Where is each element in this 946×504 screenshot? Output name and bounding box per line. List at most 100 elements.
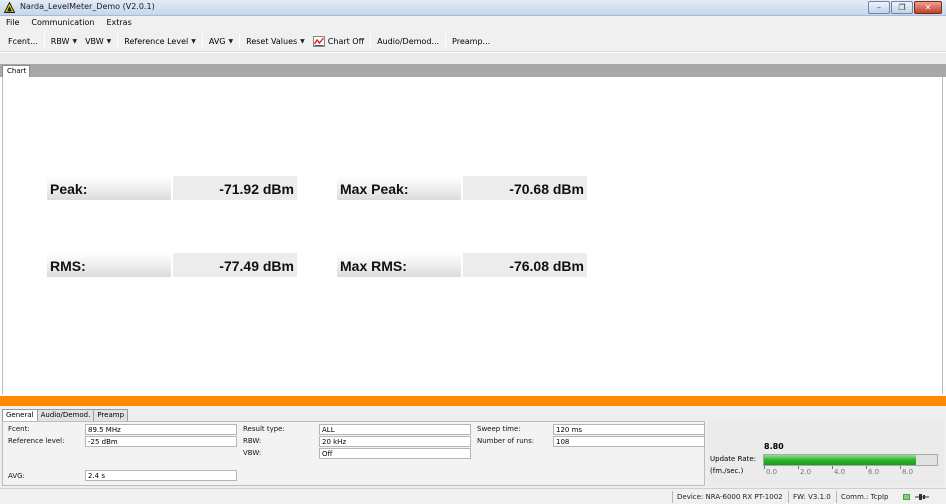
- update-rate-tick: [832, 466, 833, 469]
- avg-field-label: AVG:: [8, 472, 25, 480]
- menu-communication[interactable]: Communication: [25, 16, 100, 31]
- toolbar-separator: [201, 33, 203, 49]
- vbw-field-label: VBW:: [243, 449, 262, 457]
- chevron-down-icon: ▼: [191, 37, 196, 45]
- toolbar-separator: [239, 33, 241, 49]
- title-bar: Narda_LevelMeter_Demo (V2.0.1) – ❐ ✕: [0, 0, 946, 16]
- max-rms-label: Max RMS:: [337, 253, 461, 277]
- toolbar-separator: [43, 33, 45, 49]
- window-controls: – ❐ ✕: [868, 1, 942, 14]
- tab-chart[interactable]: Chart: [2, 65, 30, 77]
- rms-value: -77.49 dBm: [173, 253, 297, 277]
- status-bar: Device: NRA-6000 RX PT-1002 FW: V3.1.0 C…: [0, 488, 946, 504]
- restore-icon: ❐: [898, 2, 906, 12]
- update-rate-tick-label: 6.0: [868, 468, 880, 476]
- vbw-dropdown[interactable]: VBW ▼: [81, 33, 115, 50]
- rms-label: RMS:: [47, 253, 171, 277]
- vbw-field: Off: [319, 448, 471, 459]
- reset-values-dropdown[interactable]: Reset Values ▼: [242, 33, 309, 50]
- update-rate-tick: [764, 466, 765, 469]
- update-rate-unit: (fm./sec.): [710, 467, 744, 475]
- settings-area: General Audio/Demod. Preamp Fcent: 89.5 …: [0, 406, 946, 488]
- toolbar-separator: [370, 33, 372, 49]
- audio-demod-label: Audio/Demod...: [377, 36, 440, 46]
- rbw-label: RBW: [50, 36, 70, 46]
- rbw-field-label: RBW:: [243, 437, 262, 445]
- chevron-down-icon: ▼: [300, 37, 305, 45]
- connection-led-icon: [903, 494, 910, 500]
- chart-off-button[interactable]: Chart Off: [309, 33, 368, 50]
- max-rms-value: -76.08 dBm: [463, 253, 587, 277]
- narda-app-icon: [4, 2, 15, 13]
- tab-audio-demod[interactable]: Audio/Demod.: [36, 409, 95, 421]
- chevron-down-icon: ▼: [106, 37, 112, 45]
- fcent-field-label: Fcent:: [8, 425, 30, 433]
- number-of-runs-field: 108: [553, 436, 705, 447]
- update-rate-tick-label: 8.0: [902, 468, 914, 476]
- avg-field: 2.4 s: [85, 470, 237, 481]
- splitter-bar[interactable]: [0, 396, 946, 406]
- restore-button[interactable]: ❐: [891, 1, 913, 14]
- peak-value: -71.92 dBm: [173, 176, 297, 200]
- chevron-down-icon: ▼: [228, 37, 234, 45]
- tab-preamp[interactable]: Preamp: [93, 409, 129, 421]
- menu-bar: File Communication Extras: [0, 16, 946, 31]
- reference-level-field: -25 dBm: [85, 436, 237, 447]
- chart-panel: Peak: -71.92 dBm Max Peak: -70.68 dBm RM…: [2, 77, 943, 394]
- status-device: Device: NRA-6000 RX PT-1002: [672, 491, 787, 503]
- preamp-button[interactable]: Preamp...: [448, 33, 494, 50]
- audio-demod-button[interactable]: Audio/Demod...: [373, 33, 443, 50]
- max-peak-value: -70.68 dBm: [463, 176, 587, 200]
- avg-label: AVG: [208, 36, 226, 46]
- update-rate-label: Update Rate:: [710, 455, 756, 463]
- general-panel: Fcent: 89.5 MHz Reference level: -25 dBm…: [2, 421, 705, 486]
- update-rate-tick: [798, 466, 799, 469]
- chart-icon: [312, 35, 325, 47]
- close-icon: ✕: [924, 2, 932, 12]
- update-rate-tick-label: 2.0: [800, 468, 812, 476]
- update-rate-tick-label: 0.0: [766, 468, 778, 476]
- update-rate-tick: [866, 466, 867, 469]
- plug-connected-icon: [915, 494, 929, 500]
- close-button[interactable]: ✕: [914, 1, 942, 14]
- result-type-field: ALL: [319, 424, 471, 435]
- minimize-button[interactable]: –: [868, 1, 890, 14]
- sweep-time-field: 120 ms: [553, 424, 705, 435]
- chevron-down-icon: ▼: [72, 37, 78, 45]
- menu-extras[interactable]: Extras: [100, 16, 137, 31]
- reference-level-label: Reference Level: [124, 36, 189, 46]
- settings-tabs: General Audio/Demod. Preamp: [2, 409, 129, 422]
- minimize-icon: –: [877, 2, 881, 12]
- fcent-field: 89.5 MHz: [85, 424, 237, 435]
- status-firmware: FW: V3.1.0: [788, 491, 835, 503]
- update-rate-value: 8.80: [764, 442, 784, 451]
- preamp-label: Preamp...: [452, 36, 491, 46]
- reference-level-field-label: Reference level:: [8, 437, 65, 445]
- toolbar-separator: [117, 33, 119, 49]
- max-peak-label: Max Peak:: [337, 176, 461, 200]
- rbw-dropdown[interactable]: RBW ▼: [47, 33, 81, 50]
- rbw-field: 20 kHz: [319, 436, 471, 447]
- toolbar: Fcent... RBW ▼ VBW ▼ Reference Level ▼ AVG ▼…: [0, 31, 946, 52]
- menu-file[interactable]: File: [0, 16, 25, 31]
- tab-row: Chart: [0, 64, 946, 77]
- toolbar-separator: [445, 33, 447, 49]
- fcent-button[interactable]: Fcent...: [4, 33, 42, 50]
- reference-level-dropdown[interactable]: Reference Level ▼: [120, 33, 200, 50]
- result-type-field-label: Result type:: [243, 425, 285, 433]
- vbw-label: VBW: [85, 36, 104, 46]
- avg-dropdown[interactable]: AVG ▼: [205, 33, 237, 50]
- sweep-time-field-label: Sweep time:: [477, 425, 521, 433]
- update-rate-tick: [900, 466, 901, 469]
- toolbar-gap: [0, 53, 946, 64]
- update-rate-tick-label: 4.0: [834, 468, 846, 476]
- status-comm: Comm.: TcpIp: [836, 491, 893, 503]
- window-title: Narda_LevelMeter_Demo (V2.0.1): [20, 2, 155, 11]
- fcent-label: Fcent...: [8, 36, 38, 46]
- update-rate-panel: 8.80 Update Rate: (fm./sec.) 0.0 2.0 4.0 6.…: [708, 421, 944, 486]
- update-rate-bar: [763, 454, 938, 466]
- chart-off-label: Chart Off: [327, 36, 365, 46]
- number-of-runs-field-label: Number of runs:: [477, 437, 535, 445]
- reset-values-label: Reset Values: [246, 36, 298, 46]
- update-rate-bar-fill: [764, 455, 916, 465]
